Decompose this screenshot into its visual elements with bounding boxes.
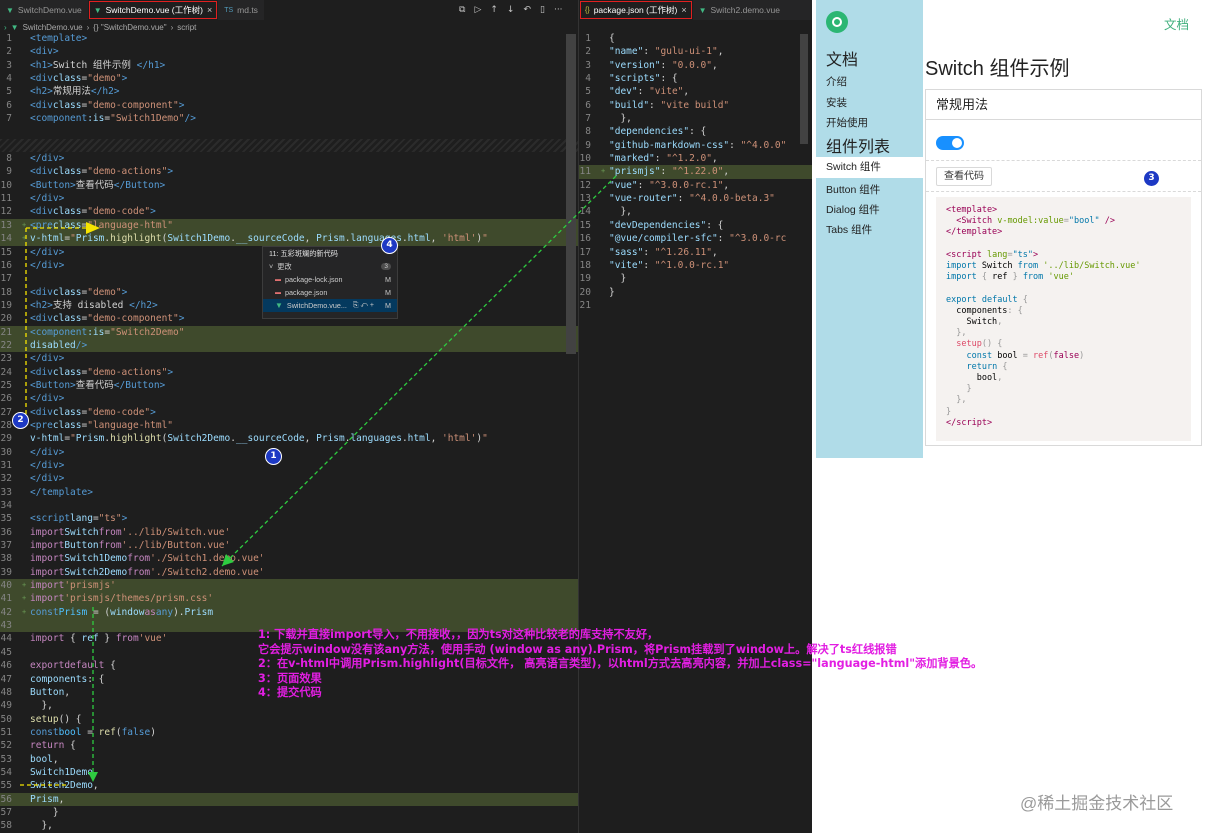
code-preview: <template> <Switch v-model:value="bool" … [936,197,1191,441]
scm-title: 11: 五彩斑斓的新代码 [263,247,397,260]
scm-file-row[interactable]: ▼ SwitchDemo.vue... ⎘ ↶ + M [263,299,397,312]
arrow-up-icon[interactable]: ↑ [490,5,498,15]
tab-label: md.ts [237,5,258,15]
divider [926,191,1201,192]
tab-label: Switch2.demo.vue [710,5,780,15]
sidebar: 文档 介绍 安装 开始使用 组件列表 Switch 组件 Button 组件 D… [816,0,923,458]
page-title: Switch 组件示例 [925,58,1070,80]
run-icon[interactable]: ▷ [474,5,481,15]
more-icon[interactable]: ··· [554,5,563,15]
file-actions-icon[interactable]: ⎘ ↶ + [353,302,374,310]
annotation-badge: 2 [12,412,29,429]
vue-file-icon: ▼ [93,5,102,15]
chevron-right-icon: › [86,22,90,32]
split-icon[interactable]: ▯ [540,5,545,15]
scm-file-status: M [385,288,391,297]
annotation-badge: 3 [1143,170,1160,187]
scm-file-name: SwitchDemo.vue... [286,301,347,310]
scm-file-name: package-lock.json [285,275,343,284]
code-editor-left[interactable]: 1 <template> 2 <div> 3 <h1> Switch 组件示例 </… [0,32,578,833]
ts-file-icon: TS [224,6,234,14]
breadcrumb-item[interactable]: {} "SwitchDemo.vue" [93,23,166,32]
left-tabbar: ▼ SwitchDemo.vue ▼ SwitchDemo.vue (工作树) … [0,0,264,20]
tab-switchdemo[interactable]: ▼ SwitchDemo.vue [0,0,88,20]
scm-group[interactable]: ˅ 更改 3 [263,260,397,273]
scrollbar[interactable] [566,34,576,354]
tab-switchdemo-worktree[interactable]: ▼ SwitchDemo.vue (工作树) × [87,0,219,20]
sidebar-item-install[interactable]: 安装 [826,95,847,110]
topnav-docs-link[interactable]: 文档 [1164,14,1189,33]
right-tabbar: {} package.json (工作树) × ▼ Switch2.demo.v… [579,0,812,20]
json-file-icon: ▬ [275,289,281,296]
scm-file-status: M [385,301,391,310]
revert-icon[interactable]: ↶ [523,5,531,15]
browser-app: 文档 介绍 安装 开始使用 组件列表 Switch 组件 Button 组件 D… [812,0,1211,833]
sidebar-heading-components: 组件列表 [826,139,891,156]
tab-label: package.json (工作树) [593,5,678,15]
note-line: 2：在v-html中调用Prism.highlight(目标文件， 高亮语言类型… [258,657,983,671]
watermark: @稀土掘金技术社区 [1020,794,1174,813]
vue-file-icon: ▼ [698,5,707,15]
close-icon[interactable]: × [207,5,212,15]
sidebar-item-get-started[interactable]: 开始使用 [826,115,868,130]
chevron-right-icon: › [4,22,7,32]
tab-switch2-demo[interactable]: ▼ Switch2.demo.vue [693,0,786,20]
sidebar-item-intro[interactable]: 介绍 [826,74,847,89]
sidebar-item-button[interactable]: Button 组件 [826,182,880,197]
scm-title-text: 11: 五彩斑斓的新代码 [269,248,338,258]
editor-toolbar: ⧉ ▷ ↑ ↓ ↶ ▯ ··· [459,0,563,20]
demo-title: 常规用法 [926,90,1201,120]
chevron-right-icon: › [170,22,174,32]
note-line: 1: 下载并直接import导入，不用接收，，因为ts对这种比较老的库支持不友好… [258,628,659,641]
vue-file-icon: ▼ [10,22,19,32]
breadcrumb-item[interactable]: SwitchDemo.vue [23,23,83,32]
logo-icon[interactable] [826,11,848,33]
left-editor: ▼ SwitchDemo.vue ▼ SwitchDemo.vue (工作树) … [0,0,578,833]
note-line: 4：提交代码 [258,686,322,700]
breadcrumb-item[interactable]: script [177,23,196,32]
vue-file-icon: ▼ [275,301,283,310]
tab-label: SwitchDemo.vue (工作树) [105,5,203,15]
source-control-popup: 11: 五彩斑斓的新代码 ˅ 更改 3 ▬ package-lock.json … [262,246,398,319]
annotation-badge: 1 [265,448,282,465]
code-editor-right[interactable]: 1{ 2 "name": "gulu-ui-1", 3 "version": "… [579,32,812,312]
json-file-icon: ▬ [275,276,281,283]
arrow-down-icon[interactable]: ↓ [507,5,515,15]
scm-group-label: 更改 [277,261,292,271]
scm-file-row[interactable]: ▬ package-lock.json M [263,273,397,286]
scm-count-badge: 3 [381,263,391,270]
scm-file-row[interactable]: ▬ package.json M [263,286,397,299]
right-editor: {} package.json (工作树) × ▼ Switch2.demo.v… [578,0,812,833]
scm-file-status: M [385,275,391,284]
tab-md-ts[interactable]: TS md.ts [218,0,264,20]
note-line: 3：页面效果 [258,671,322,685]
tab-label: SwitchDemo.vue [17,5,82,15]
close-icon[interactable]: × [681,5,686,15]
sidebar-heading-docs: 文档 [826,52,859,69]
demo-card: 常规用法 查看代码 <template> <Switch v-model:val… [925,89,1202,446]
note-line: 它会提示window没有该any方法，使用手动 (window as any).… [258,642,897,656]
json-file-icon: {} [585,6,590,14]
vue-file-icon: ▼ [6,5,14,15]
sidebar-item-tabs[interactable]: Tabs 组件 [826,222,872,237]
annotation-badge: 4 [381,237,398,254]
scrollbar[interactable] [800,34,808,144]
sidebar-item-dialog[interactable]: Dialog 组件 [826,202,880,217]
scm-file-name: package.json [285,288,328,297]
sidebar-item-switch[interactable]: Switch 组件 [816,157,923,178]
switch-toggle[interactable] [936,136,964,150]
chevron-down-icon: ˅ [269,262,274,271]
tab-package-json[interactable]: {} package.json (工作树) × [579,0,693,20]
annotation-notes: 1: 下载并直接import导入，不用接收，，因为ts对这种比较老的库支持不友好… [258,628,982,701]
view-code-button[interactable]: 查看代码 [936,167,992,186]
divider [926,160,1201,161]
split-editor-icon[interactable]: ⧉ [459,5,465,15]
